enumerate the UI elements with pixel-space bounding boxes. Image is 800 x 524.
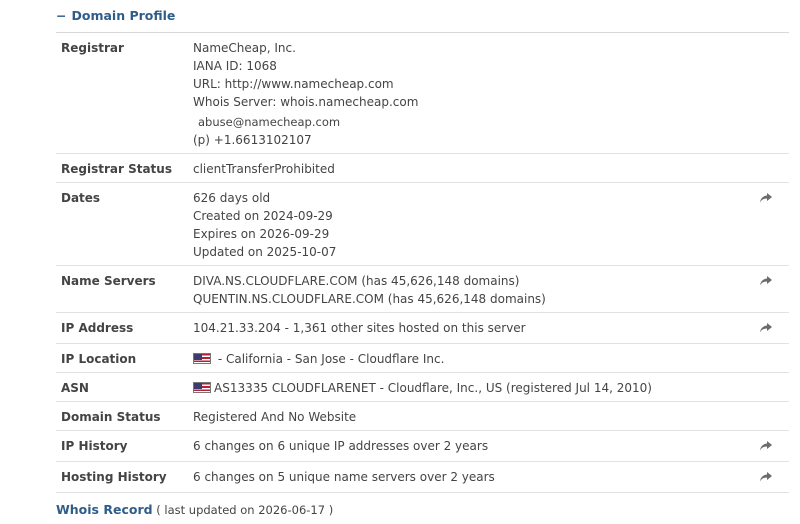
value-asn: AS13335 CLOUDFLARENET - Cloudflare, Inc.… [193, 372, 759, 402]
label-ip-history: IP History [56, 430, 193, 462]
value-ip-history: 6 changes on 6 unique IP addresses over … [193, 430, 759, 462]
value-ip-address: 104.21.33.204 - 1,361 other sites hosted… [193, 312, 759, 344]
section-title: Domain Profile [71, 8, 176, 23]
expires-date: Expires on 2026-09-29 [193, 227, 330, 241]
share-arrow-icon[interactable] [759, 471, 773, 483]
row-ip-location: IP Location - California - San Jose - Cl… [56, 343, 789, 373]
registrar-name: NameCheap, Inc. [193, 41, 296, 55]
registrar-whois-server: Whois Server: whois.namecheap.com [193, 95, 419, 109]
label-ip-address: IP Address [56, 312, 193, 344]
row-ip-address: IP Address 104.21.33.204 - 1,361 other s… [56, 312, 789, 344]
row-name-servers: Name Servers DIVA.NS.CLOUDFLARE.COM (has… [56, 265, 789, 313]
label-domain-status: Domain Status [56, 401, 193, 431]
value-domain-status: Registered And No Website [193, 401, 759, 431]
whois-last-updated: ( last updated on 2026-06-17 ) [152, 503, 334, 517]
row-registrar: Registrar NameCheap, Inc. IANA ID: 1068 … [56, 32, 789, 154]
domain-profile-table: Registrar NameCheap, Inc. IANA ID: 1068 … [56, 32, 789, 493]
label-dates: Dates [56, 182, 193, 266]
created-date: Created on 2024-09-29 [193, 209, 333, 223]
row-dates: Dates 626 days old Created on 2024-09-29… [56, 182, 789, 266]
domain-age: 626 days old [193, 191, 271, 205]
asn-text: AS13335 CLOUDFLARENET - Cloudflare, Inc.… [214, 381, 652, 395]
label-ip-location: IP Location [56, 343, 193, 373]
registrar-email: abuse@namecheap.com [198, 115, 341, 129]
value-registrar-status: clientTransferProhibited [193, 153, 759, 183]
share-arrow-icon[interactable] [759, 275, 773, 287]
value-ip-location: - California - San Jose - Cloudflare Inc… [193, 343, 759, 373]
name-server-2: QUENTIN.NS.CLOUDFLARE.COM (has 45,626,14… [193, 292, 546, 306]
us-flag-icon [193, 353, 211, 364]
row-ip-history: IP History 6 changes on 6 unique IP addr… [56, 430, 789, 462]
share-arrow-icon[interactable] [759, 192, 773, 204]
value-registrar: NameCheap, Inc. IANA ID: 1068 URL: http:… [193, 32, 759, 154]
row-registrar-status: Registrar Status clientTransferProhibite… [56, 153, 789, 183]
share-arrow-icon[interactable] [759, 322, 773, 334]
whois-record-footer: Whois Record ( last updated on 2026-06-1… [56, 502, 333, 517]
label-registrar: Registrar [56, 32, 193, 154]
row-hosting-history: Hosting History 6 changes on 5 unique na… [56, 461, 789, 493]
label-name-servers: Name Servers [56, 265, 193, 313]
registrar-phone: (p) +1.6613102107 [193, 133, 312, 147]
updated-date: Updated on 2025-10-07 [193, 245, 337, 259]
value-hosting-history: 6 changes on 5 unique name servers over … [193, 461, 759, 493]
us-flag-icon [193, 382, 211, 393]
ip-location-text: - California - San Jose - Cloudflare Inc… [214, 352, 445, 366]
row-asn: ASN AS13335 CLOUDFLARENET - Cloudflare, … [56, 372, 789, 402]
label-registrar-status: Registrar Status [56, 153, 193, 183]
label-asn: ASN [56, 372, 193, 402]
whois-record-link[interactable]: Whois Record [56, 502, 153, 517]
label-hosting-history: Hosting History [56, 461, 193, 493]
value-dates: 626 days old Created on 2024-09-29 Expir… [193, 182, 759, 266]
name-server-1: DIVA.NS.CLOUDFLARE.COM (has 45,626,148 d… [193, 274, 520, 288]
registrar-iana: IANA ID: 1068 [193, 59, 277, 73]
registrar-url: URL: http://www.namecheap.com [193, 77, 394, 91]
value-name-servers: DIVA.NS.CLOUDFLARE.COM (has 45,626,148 d… [193, 265, 759, 313]
domain-profile-toggle[interactable]: − Domain Profile [56, 8, 175, 23]
row-domain-status: Domain Status Registered And No Website [56, 401, 789, 431]
collapse-icon: − [56, 8, 67, 23]
domain-profile-page: − Domain Profile Registrar NameCheap, In… [0, 0, 800, 524]
share-arrow-icon[interactable] [759, 440, 773, 452]
